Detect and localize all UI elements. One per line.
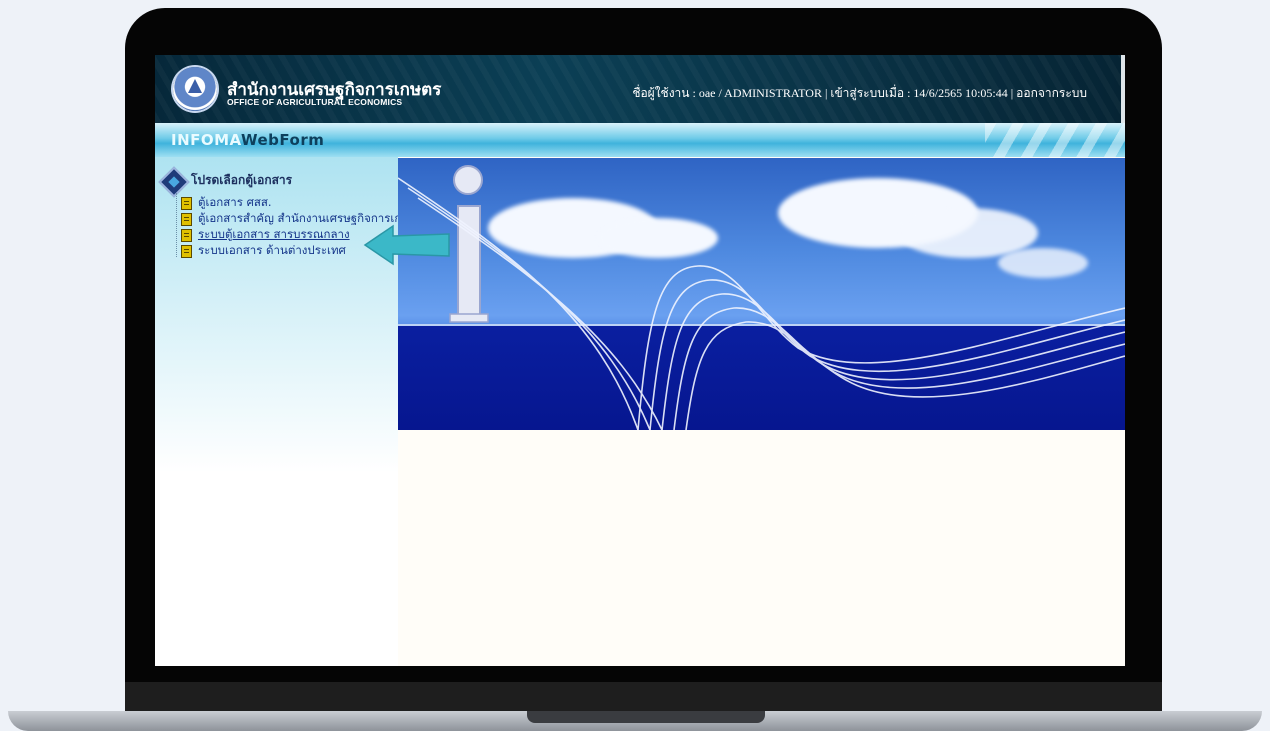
tree-item-oae-docs[interactable]: ตู้เอกสาร ศสส. [181, 195, 272, 211]
user-info-bar: ชื่อผู้ใช้งาน : oae / ADMINISTRATOR | เข… [632, 84, 1087, 103]
logout-link[interactable]: ออกจากระบบ [1016, 86, 1087, 100]
header-edge [1121, 55, 1125, 123]
laptop-bezel-bottom [125, 682, 1162, 712]
brand-part1: INFOMA [171, 131, 241, 149]
app-brand: INFOMAWebForm [171, 131, 324, 149]
document-cabinet-icon [181, 228, 192, 242]
document-cabinet-icon [181, 244, 192, 258]
user-label: ชื่อผู้ใช้งาน : oae / ADMINISTRATOR [632, 86, 822, 100]
hero-banner [398, 158, 1125, 430]
app-screen: สำนักงานเศรษฐกิจการเกษตร OFFICE OF AGRIC… [155, 55, 1125, 666]
document-cabinet-icon [181, 212, 192, 226]
brand-part2: WebForm [241, 131, 325, 149]
tree-connector [176, 193, 178, 257]
tree-item-central-registry[interactable]: ระบบตู้เอกสาร สารบรรณกลาง [181, 227, 350, 243]
cabinet-root-icon [158, 166, 190, 198]
laptop-notch [527, 711, 765, 723]
hero-wave-lines [398, 177, 1125, 430]
org-name-english: OFFICE OF AGRICULTURAL ECONOMICS [227, 97, 403, 107]
login-time-label: เข้าสู่ระบบเมื่อ : 14/6/2565 10:05:44 [830, 86, 1008, 100]
tree-root-label: โปรดเลือกตู้เอกสาร [191, 173, 293, 187]
document-tree-sidebar: โปรดเลือกตู้เอกสาร ตู้เอกสาร ศสส. ตู้เอก… [155, 157, 423, 666]
pointer-arrow-icon [363, 224, 450, 266]
tree-item-label[interactable]: ระบบเอกสาร ด้านต่างประเทศ [198, 242, 346, 260]
oae-logo-icon [173, 67, 217, 111]
document-cabinet-icon [181, 196, 192, 210]
tree-item-foreign-affairs[interactable]: ระบบเอกสาร ด้านต่างประเทศ [181, 243, 346, 259]
